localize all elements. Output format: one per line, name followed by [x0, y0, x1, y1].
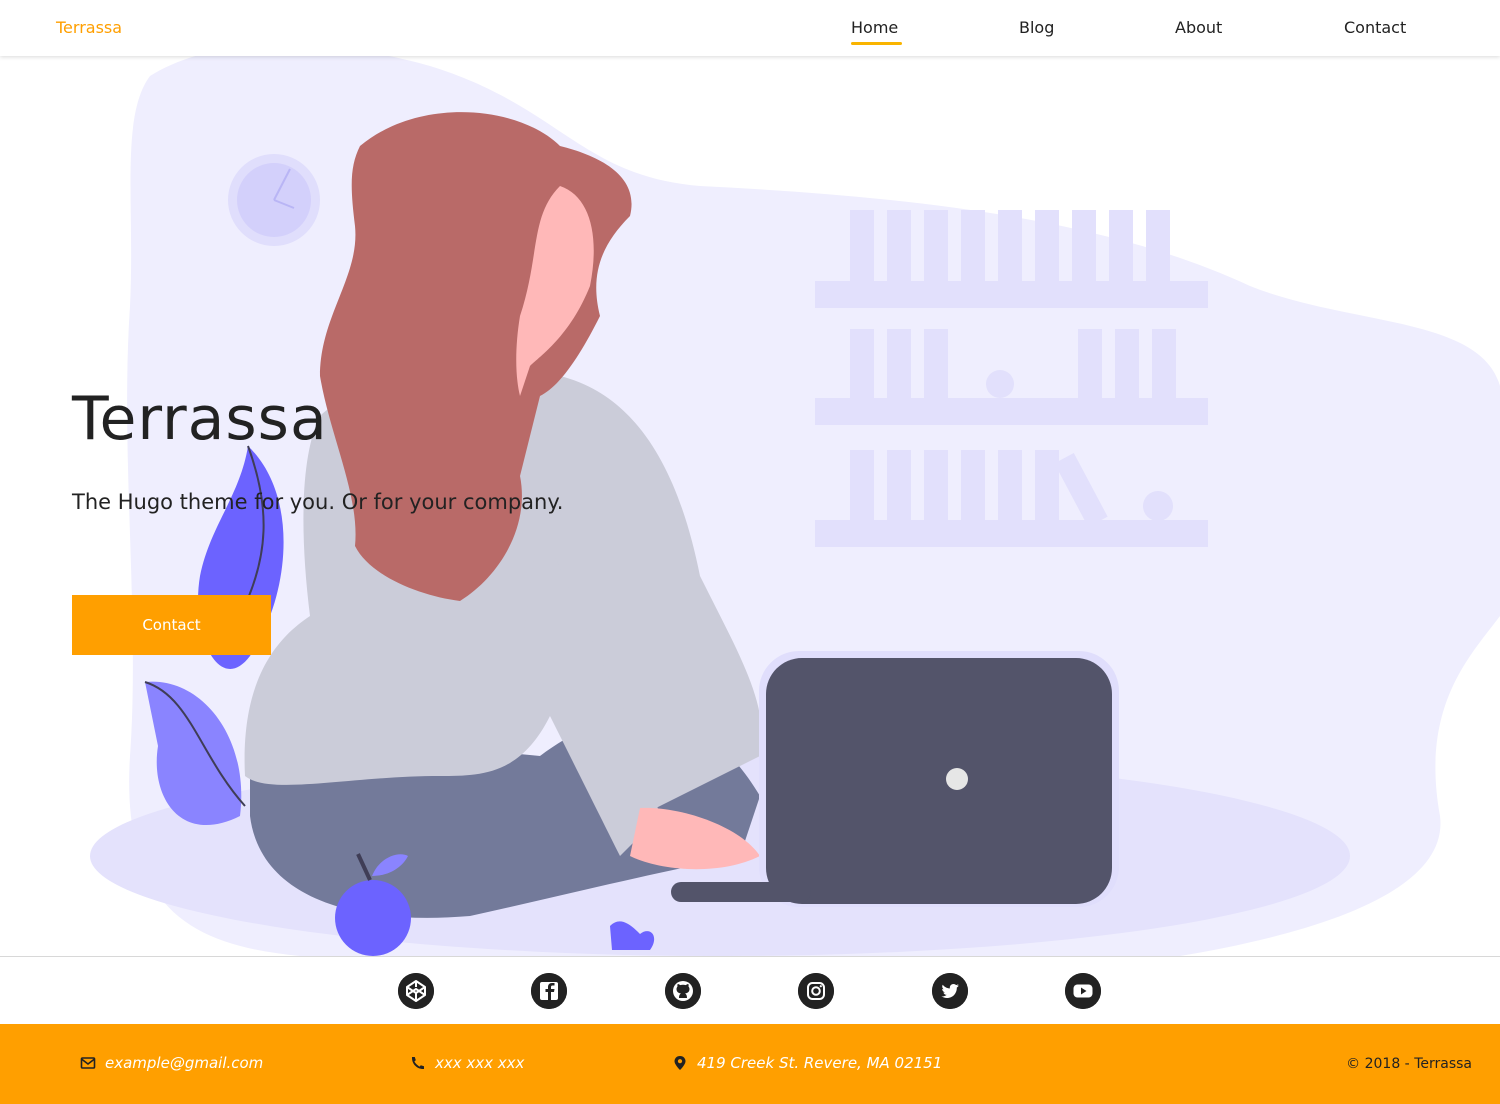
copyright: © 2018 - Terrassa — [1346, 1056, 1472, 1072]
footer: example@gmail.com xxx xxx xxx 419 Creek … — [0, 1024, 1500, 1104]
hero-subtitle: The Hugo theme for you. Or for your comp… — [72, 490, 564, 514]
footer-phone-text: xxx xxx xxx — [435, 1054, 525, 1072]
contact-button[interactable]: Contact — [72, 595, 271, 655]
codepen-icon[interactable] — [398, 973, 434, 1009]
nav-link-home[interactable]: Home — [851, 18, 903, 45]
navbar: Terrassa Home Blog About Contact — [0, 0, 1500, 56]
envelope-icon — [80, 1057, 96, 1069]
github-icon[interactable] — [665, 973, 701, 1009]
map-marker-icon — [674, 1056, 686, 1070]
facebook-icon[interactable] — [531, 973, 567, 1009]
nav-link-blog[interactable]: Blog — [1019, 18, 1054, 37]
hero-section: Terrassa The Hugo theme for you. Or for … — [0, 56, 1500, 956]
footer-email-text: example@gmail.com — [105, 1054, 264, 1072]
youtube-icon[interactable] — [1065, 973, 1101, 1009]
instagram-icon[interactable] — [798, 973, 834, 1009]
twitter-icon[interactable] — [932, 973, 968, 1009]
brand-logo[interactable]: Terrassa — [56, 18, 122, 37]
nav-link-contact[interactable]: Contact — [1344, 18, 1406, 37]
hero-title: Terrassa — [72, 384, 328, 454]
wall-clock-icon — [228, 154, 320, 246]
footer-address: 419 Creek St. Revere, MA 02151 — [672, 1054, 942, 1072]
footer-email[interactable]: example@gmail.com — [80, 1054, 263, 1072]
footer-address-text: 419 Creek St. Revere, MA 02151 — [697, 1054, 943, 1072]
footer-phone[interactable]: xxx xxx xxx — [410, 1054, 524, 1072]
social-bar — [0, 956, 1500, 1024]
nav-link-about[interactable]: About — [1175, 18, 1222, 37]
phone-icon — [411, 1057, 424, 1070]
